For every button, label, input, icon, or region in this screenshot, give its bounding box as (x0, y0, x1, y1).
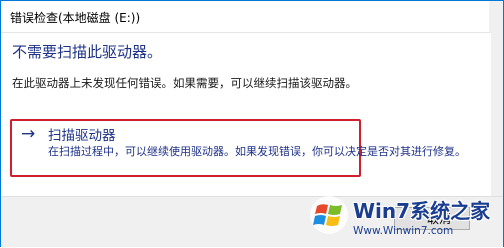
title-bar[interactable]: 错误检查(本地磁盘 (E:)) (1, 1, 503, 33)
site-watermark: Win7系统之家 Www.Winwin7.com (309, 191, 504, 248)
window-right-edge (491, 32, 503, 196)
error-check-dialog: 错误检查(本地磁盘 (E:)) 不需要扫描此驱动器。 在此驱动器上未发现任何错误… (0, 0, 504, 247)
right-arrow-icon: → (21, 124, 36, 144)
main-description: 在此驱动器上未发现任何错误。如果需要，可以继续扫描该驱动器。 (12, 76, 357, 90)
watermark-brand: Win7系统之家 (353, 199, 491, 223)
scan-drive-description: 在扫描过程中，可以继续使用驱动器。如果发现错误，你可以决定是否对其进行修复。 (48, 145, 466, 158)
window-title: 错误检查(本地磁盘 (E:)) (10, 11, 141, 25)
main-heading: 不需要扫描此驱动器。 (12, 43, 163, 61)
scan-drive-title: 扫描驱动器 (48, 128, 116, 144)
title-bar-edge (489, 1, 503, 32)
watermark-url: Www.Winwin7.com (353, 225, 454, 237)
scan-drive-command-link[interactable]: → 扫描驱动器 在扫描过程中，可以继续使用驱动器。如果发现错误，你可以决定是否对… (10, 119, 466, 177)
windows-flag-icon (310, 196, 348, 234)
